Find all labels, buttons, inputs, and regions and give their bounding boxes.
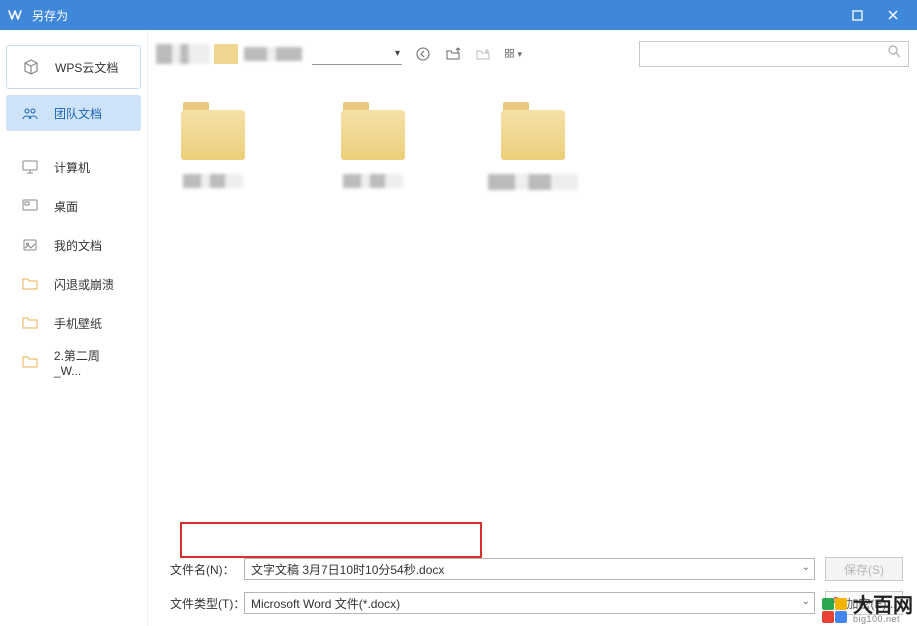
team-icon <box>20 103 40 123</box>
sidebar-item-mydocs[interactable]: 我的文档 <box>6 227 141 263</box>
breadcrumb-segment-redacted <box>214 42 304 66</box>
up-folder-button[interactable] <box>444 45 462 63</box>
sidebar-item-label: 桌面 <box>54 198 78 215</box>
folder-item[interactable] <box>158 102 268 518</box>
filename-value: 文字文稿 3月7日10时10分54秒.docx <box>251 561 444 578</box>
sidebar-item-wallpaper[interactable]: 手机壁纸 <box>6 305 141 341</box>
view-mode-button[interactable]: ▾ <box>504 45 522 63</box>
sidebar-item-label: 计算机 <box>54 159 90 176</box>
folder-label-redacted <box>343 174 403 188</box>
sidebar-item-label: 手机壁纸 <box>54 315 102 332</box>
desktop-icon <box>20 196 40 216</box>
folder-item[interactable] <box>478 102 588 518</box>
folder-icon <box>20 313 40 333</box>
window-maximize-button[interactable] <box>839 0 875 30</box>
watermark-logo-icon <box>821 597 847 623</box>
back-button[interactable] <box>414 45 432 63</box>
toolbar-row: ▾ ▾ <box>148 30 917 78</box>
folder-icon <box>20 352 40 372</box>
folder-icon <box>337 102 409 160</box>
cube-icon <box>21 57 41 77</box>
search-icon <box>887 44 902 64</box>
save-form: 文件名(N)： 文字文稿 3月7日10时10分54秒.docx ⌄ 保存(S) … <box>148 542 917 626</box>
folder-item[interactable] <box>318 102 428 518</box>
watermark: 大百网 big100.net <box>821 596 913 624</box>
new-folder-button[interactable] <box>474 45 492 63</box>
file-grid <box>148 78 917 542</box>
filetype-select[interactable]: Microsoft Word 文件(*.docx) ⌄ <box>244 592 815 614</box>
filename-label: 文件名(N)： <box>170 561 234 578</box>
sidebar-item-label: 2.第二周_W... <box>54 347 127 378</box>
folder-icon <box>497 102 569 160</box>
sidebar-item-computer[interactable]: 计算机 <box>6 149 141 185</box>
search-input[interactable] <box>639 41 909 67</box>
sidebar: WPS云文档 团队文档 计算机 桌面 我的文档 <box>0 30 148 626</box>
folder-icon <box>177 102 249 160</box>
breadcrumb-segment-redacted <box>156 44 210 64</box>
chevron-down-icon: ⌄ <box>802 562 810 573</box>
watermark-brand: 大百网 <box>853 596 913 616</box>
save-button-label: 保存(S) <box>844 561 884 578</box>
document-icon <box>20 235 40 255</box>
sidebar-item-label: 团队文档 <box>54 105 102 122</box>
sidebar-item-label: 闪退或崩溃 <box>54 276 114 293</box>
sidebar-item-label: WPS云文档 <box>55 59 118 76</box>
sidebar-item-label: 我的文档 <box>54 237 102 254</box>
path-dropdown[interactable]: ▾ <box>312 43 402 65</box>
monitor-icon <box>20 157 40 177</box>
filetype-value: Microsoft Word 文件(*.docx) <box>251 595 400 612</box>
sidebar-item-team[interactable]: 团队文档 <box>6 95 141 131</box>
chevron-down-icon: ▾ <box>395 48 400 59</box>
filetype-label: 文件类型(T)： <box>170 595 234 612</box>
filename-input[interactable]: 文字文稿 3月7日10时10分54秒.docx ⌄ <box>244 558 815 580</box>
save-button[interactable]: 保存(S) <box>825 557 903 581</box>
folder-label-redacted <box>183 174 243 188</box>
titlebar: 另存为 <box>0 0 917 30</box>
sidebar-item-week2[interactable]: 2.第二周_W... <box>6 344 141 380</box>
folder-icon <box>20 274 40 294</box>
wps-app-icon <box>6 6 24 24</box>
chevron-down-icon: ▾ <box>517 49 522 60</box>
window-close-button[interactable] <box>875 0 911 30</box>
window-title: 另存为 <box>32 7 839 24</box>
sidebar-item-desktop[interactable]: 桌面 <box>6 188 141 224</box>
content-area: ▾ ▾ <box>148 30 917 626</box>
folder-label-redacted <box>488 174 578 190</box>
sidebar-item-cloud[interactable]: WPS云文档 <box>6 45 141 89</box>
sidebar-item-crash[interactable]: 闪退或崩溃 <box>6 266 141 302</box>
chevron-down-icon: ⌄ <box>802 596 810 607</box>
